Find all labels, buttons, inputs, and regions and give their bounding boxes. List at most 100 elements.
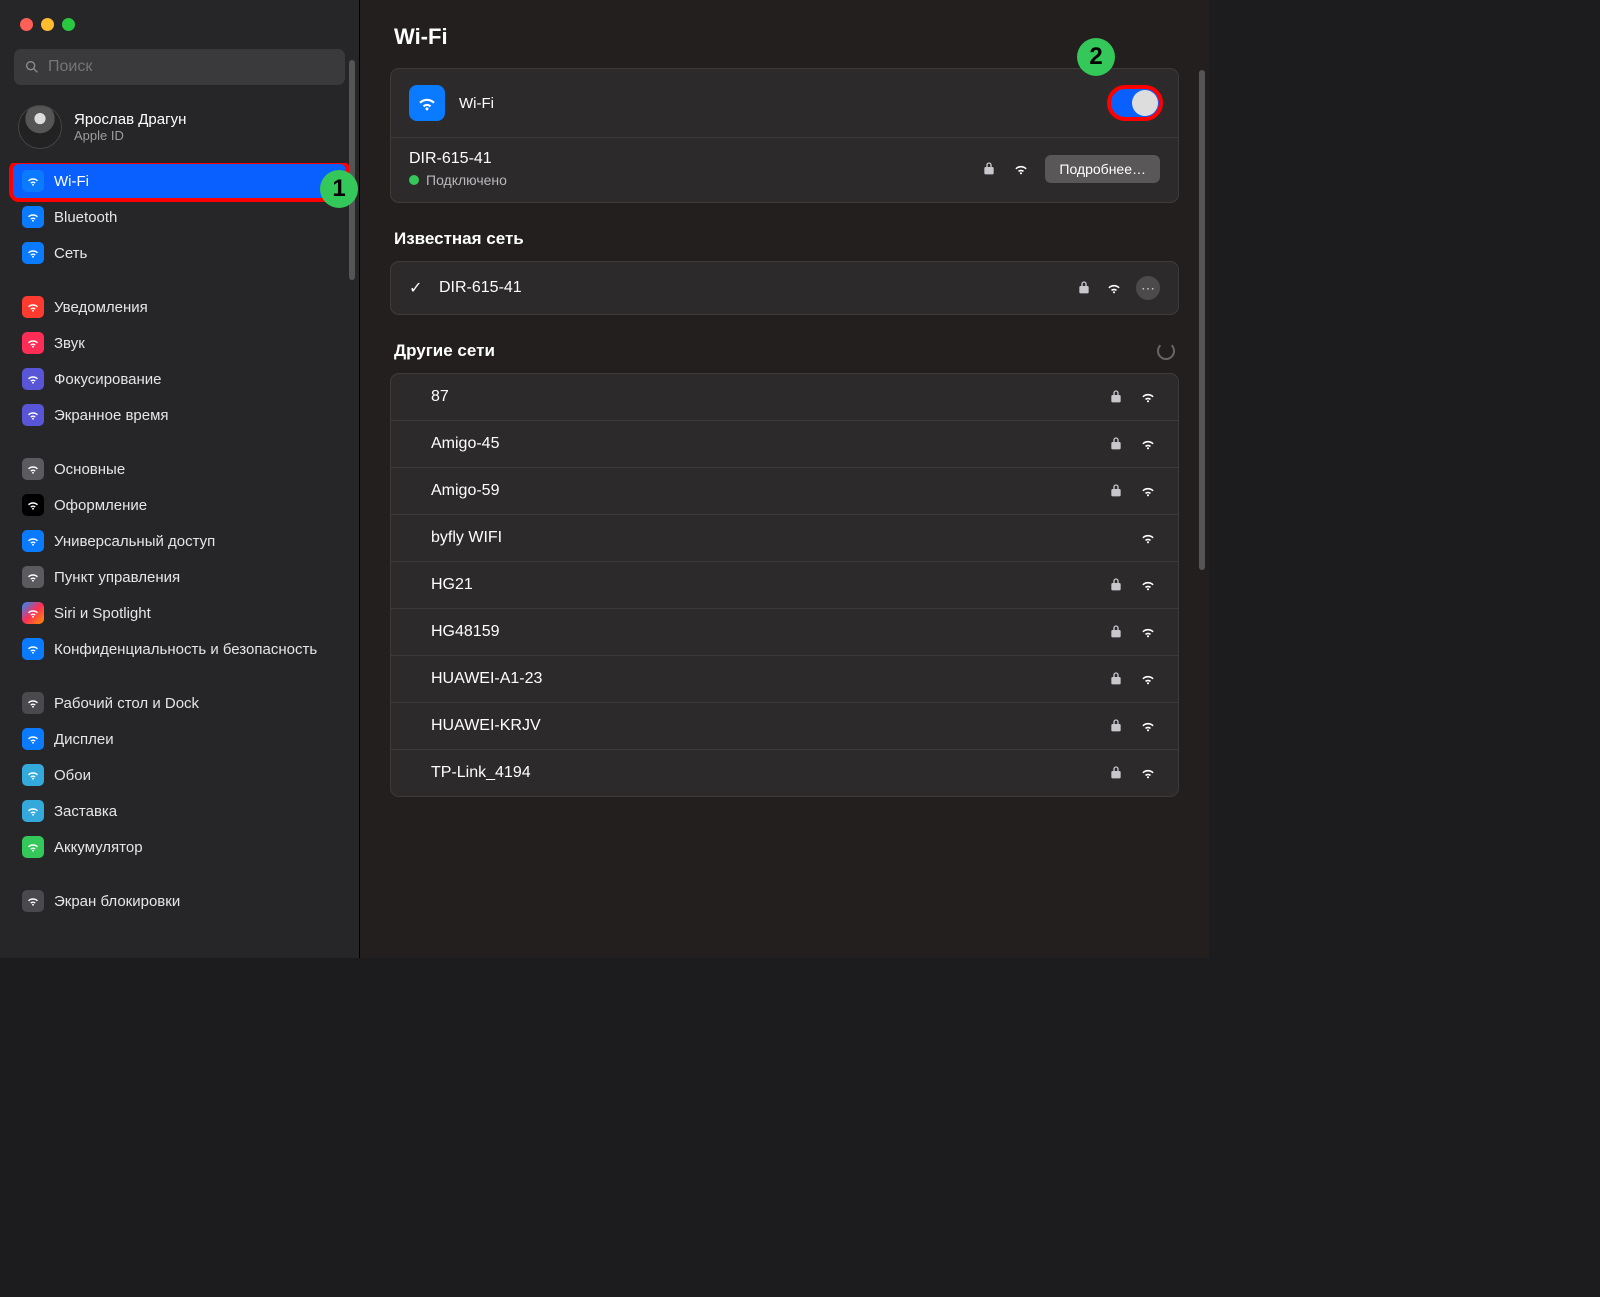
sidebar-item[interactable]: Оформление	[12, 487, 347, 523]
maximize-button[interactable]	[62, 18, 75, 31]
sidebar-item-icon	[22, 638, 44, 660]
sidebar-item[interactable]: Фокусирование	[12, 361, 347, 397]
main-pane: Wi-Fi 2 Wi-Fi DIR-615-41 Подключе	[360, 0, 1209, 958]
wifi-signal-icon	[1140, 718, 1156, 734]
sidebar-item-label: Siri и Spotlight	[54, 605, 151, 622]
sidebar-item[interactable]: Сеть	[12, 235, 347, 271]
sidebar-item-label: Дисплеи	[54, 731, 114, 748]
sidebar-item-icon	[22, 242, 44, 264]
wifi-signal-icon	[1140, 389, 1156, 405]
lock-icon	[1108, 436, 1124, 452]
network-name: Amigo-59	[431, 482, 1108, 500]
sidebar-item-icon	[22, 458, 44, 480]
sidebar-item-icon	[22, 836, 44, 858]
wifi-signal-icon	[1140, 436, 1156, 452]
other-network-row[interactable]: HUAWEI-A1-23	[391, 655, 1178, 702]
network-name: 87	[431, 388, 1108, 406]
network-name: HG21	[431, 576, 1108, 594]
checkmark-icon: ✓	[409, 278, 425, 298]
sidebar-item-label: Фокусирование	[54, 371, 162, 388]
sidebar-item-label: Основные	[54, 461, 125, 478]
minimize-button[interactable]	[41, 18, 54, 31]
sidebar-item[interactable]: Конфиденциальность и безопасность	[12, 631, 347, 667]
sidebar-item-label: Обои	[54, 767, 91, 784]
user-sub: Apple ID	[74, 128, 186, 143]
settings-window: Ярослав Драгун Apple ID 1 Wi-Fi Bluetooth…	[0, 0, 1209, 958]
lock-icon	[1108, 483, 1124, 499]
lock-icon	[1108, 624, 1124, 640]
sidebar-item-label: Аккумулятор	[54, 839, 143, 856]
sidebar-item-icon	[22, 530, 44, 552]
network-name: HUAWEI-A1-23	[431, 670, 1108, 688]
other-network-row[interactable]: byfly WIFI	[391, 514, 1178, 561]
sidebar-item[interactable]: Bluetooth	[12, 199, 347, 235]
other-network-row[interactable]: HG21	[391, 561, 1178, 608]
sidebar-item-label: Bluetooth	[54, 209, 117, 226]
sidebar-item-icon	[22, 296, 44, 318]
sidebar-item-icon	[22, 566, 44, 588]
network-name: TP-Link_4194	[431, 764, 1108, 782]
search-field[interactable]	[14, 49, 345, 85]
current-network-status: Подключено	[409, 172, 981, 188]
other-networks-card: 87 Amigo-45 Amigo-59 byfly WIFI HG21 HG48159 H…	[390, 373, 1179, 797]
other-network-row[interactable]: HG48159	[391, 608, 1178, 655]
other-network-row[interactable]: 87	[391, 374, 1178, 420]
network-name: DIR-615-41	[439, 279, 1062, 297]
wifi-signal-icon	[1013, 161, 1029, 177]
details-button[interactable]: Подробнее…	[1045, 155, 1160, 183]
wifi-label: Wi-Fi	[459, 95, 1096, 112]
sidebar-list[interactable]: Wi-Fi Bluetooth Сеть УведомленияЗвук Фокусир…	[0, 163, 359, 958]
sidebar-item[interactable]: Экран блокировки	[12, 883, 347, 919]
sidebar: Ярослав Драгун Apple ID 1 Wi-Fi Bluetooth…	[0, 0, 360, 958]
close-button[interactable]	[20, 18, 33, 31]
user-name: Ярослав Драгун	[74, 111, 186, 128]
sidebar-item[interactable]: Универсальный доступ	[12, 523, 347, 559]
sidebar-item-icon	[22, 764, 44, 786]
sidebar-item[interactable]: Рабочий стол и Dock	[12, 685, 347, 721]
sidebar-item[interactable]: Пункт управления	[12, 559, 347, 595]
sidebar-item[interactable]: Wi-Fi	[12, 163, 347, 199]
sidebar-item-icon	[22, 170, 44, 192]
sidebar-item[interactable]: Siri и Spotlight	[12, 595, 347, 631]
sidebar-item[interactable]: Основные	[12, 451, 347, 487]
sidebar-item-label: Пункт управления	[54, 569, 180, 586]
sidebar-item[interactable]: Уведомления	[12, 289, 347, 325]
sidebar-item[interactable]: Аккумулятор	[12, 829, 347, 865]
annotation-badge-1: 1	[320, 170, 358, 208]
wifi-card: Wi-Fi DIR-615-41 Подключено Подро	[390, 68, 1179, 203]
sidebar-item-icon	[22, 404, 44, 426]
known-networks-card: ✓ DIR-615-41 ⋯	[390, 261, 1179, 315]
known-network-row[interactable]: ✓ DIR-615-41 ⋯	[391, 262, 1178, 314]
wifi-signal-icon	[1140, 671, 1156, 687]
lock-icon	[981, 161, 997, 177]
network-name: Amigo-45	[431, 435, 1108, 453]
sidebar-item-label: Сеть	[54, 245, 87, 262]
annotation-badge-2: 2	[1077, 38, 1115, 76]
network-name: byfly WIFI	[431, 529, 1140, 547]
sidebar-item[interactable]: Звук	[12, 325, 347, 361]
sidebar-item[interactable]: Заставка	[12, 793, 347, 829]
sidebar-item[interactable]: Дисплеи	[12, 721, 347, 757]
search-input[interactable]	[48, 58, 335, 76]
sidebar-item-icon	[22, 368, 44, 390]
sidebar-item-icon	[22, 728, 44, 750]
sidebar-item[interactable]: Обои	[12, 757, 347, 793]
sidebar-item[interactable]: Экранное время	[12, 397, 347, 433]
wifi-toggle[interactable]	[1110, 88, 1160, 118]
main-scroll[interactable]: Wi-Fi DIR-615-41 Подключено Подро	[360, 68, 1209, 958]
sidebar-item-label: Экран блокировки	[54, 893, 180, 910]
sidebar-item-icon	[22, 692, 44, 714]
other-network-row[interactable]: HUAWEI-KRJV	[391, 702, 1178, 749]
main-scrollbar[interactable]	[1199, 70, 1205, 570]
other-network-row[interactable]: TP-Link_4194	[391, 749, 1178, 796]
status-dot-icon	[409, 175, 419, 185]
sidebar-scrollbar[interactable]	[349, 60, 355, 280]
other-network-row[interactable]: Amigo-59	[391, 467, 1178, 514]
sidebar-item-label: Заставка	[54, 803, 117, 820]
other-section-title: Другие сети	[394, 341, 1175, 361]
other-network-row[interactable]: Amigo-45	[391, 420, 1178, 467]
account-row[interactable]: Ярослав Драгун Apple ID	[0, 99, 359, 163]
sidebar-item-icon	[22, 332, 44, 354]
more-button[interactable]: ⋯	[1136, 276, 1160, 300]
wifi-header-row: Wi-Fi	[391, 69, 1178, 137]
